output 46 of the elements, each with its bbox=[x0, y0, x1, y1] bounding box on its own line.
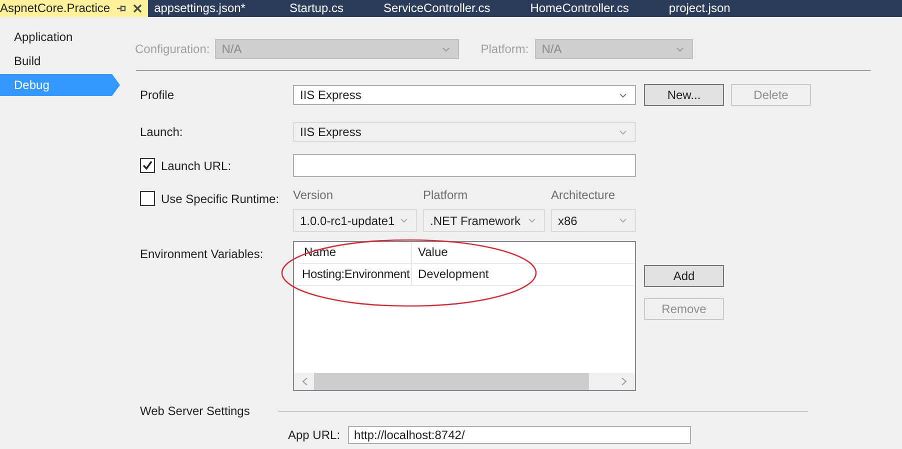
scroll-left-icon[interactable] bbox=[302, 377, 308, 386]
close-icon[interactable] bbox=[133, 4, 142, 13]
document-tab[interactable]: project.json bbox=[668, 0, 830, 17]
runtime-dropdown[interactable]: 1.0.0-rc1-update1 bbox=[293, 209, 417, 232]
runtime-field-label: Architecture bbox=[551, 188, 616, 202]
chevron-icon bbox=[619, 92, 627, 98]
table-cell-text: Development bbox=[417, 266, 489, 283]
runtime-field-label: Platform bbox=[423, 188, 469, 202]
app-url-label: App URL: bbox=[288, 428, 340, 442]
web-server-settings-heading: Web Server Settings bbox=[140, 404, 251, 418]
launch-url-label: Launch URL: bbox=[161, 158, 232, 172]
chevron-icon bbox=[619, 130, 627, 134]
document-tab[interactable]: Startup.cs bbox=[289, 0, 384, 17]
profile-button[interactable]: New... bbox=[644, 84, 724, 106]
document-tab[interactable]: ServiceController.cs bbox=[384, 0, 530, 17]
checkbox[interactable] bbox=[140, 158, 155, 173]
profile-dropdown[interactable]: IIS Express bbox=[293, 85, 636, 105]
checkbox[interactable] bbox=[140, 191, 155, 206]
launch-label: Launch: bbox=[140, 125, 184, 139]
document-tab[interactable]: appsettings.json* bbox=[148, 0, 290, 17]
chevron-icon bbox=[619, 218, 627, 223]
table-cell: Hosting:Environment bbox=[294, 264, 412, 285]
column-header[interactable]: Value bbox=[412, 242, 448, 263]
document-tab[interactable]: HomeController.cs bbox=[530, 0, 669, 17]
scrollbar-thumb[interactable] bbox=[314, 373, 589, 390]
app-url-field[interactable]: http://localhost:8742/ bbox=[348, 426, 692, 444]
pin-icon[interactable] bbox=[117, 4, 126, 13]
scroll-right-icon[interactable] bbox=[621, 377, 627, 386]
configuration-label: Configuration: bbox=[135, 42, 210, 56]
horizontal-scrollbar[interactable] bbox=[294, 373, 635, 390]
runtime-dropdown[interactable]: .NET Framework bbox=[423, 209, 545, 232]
chevron-icon bbox=[442, 46, 450, 52]
chevron-icon bbox=[528, 218, 536, 223]
profile-label: Profile bbox=[140, 88, 176, 102]
environment-variable-button[interactable]: Add bbox=[644, 265, 724, 287]
chevron-icon bbox=[676, 46, 684, 52]
platform-label: Platform: bbox=[480, 42, 529, 56]
document-tab[interactable]: AspnetCore.Practice bbox=[0, 0, 148, 17]
sidebar-item[interactable]: Application bbox=[0, 26, 112, 48]
runtime-dropdown[interactable]: x86 bbox=[551, 209, 636, 232]
environment-variables-label: Environment Variables: bbox=[140, 247, 264, 261]
sidebar-item[interactable]: Build bbox=[0, 50, 112, 72]
runtime-field-label: Version bbox=[293, 188, 334, 202]
chevron-icon bbox=[400, 218, 408, 223]
launch-url-field[interactable] bbox=[293, 154, 636, 177]
specific-runtime-label: Use Specific Runtime: bbox=[161, 192, 280, 206]
